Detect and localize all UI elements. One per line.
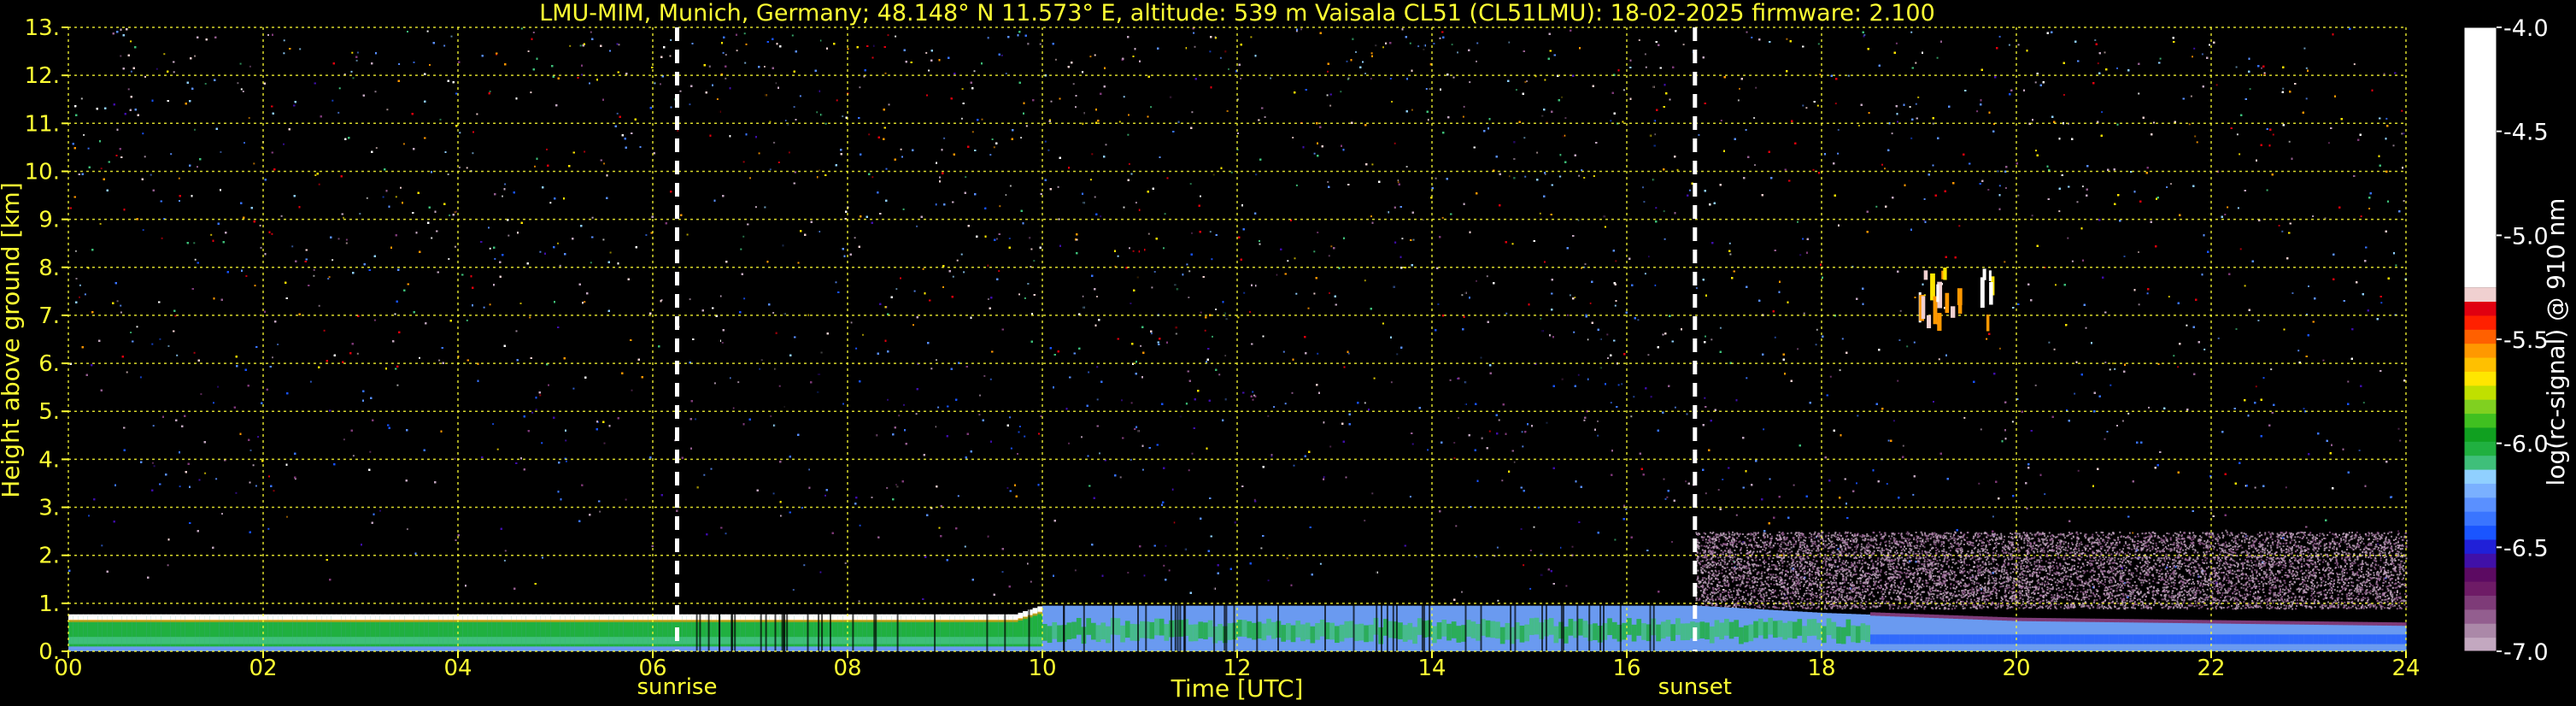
colorbar-tick-label: -7.0: [2503, 639, 2549, 666]
x-axis-label: Time [UTC]: [1171, 674, 1304, 703]
y-tick-label: 7.: [38, 303, 60, 329]
y-tick-label: 13.: [25, 15, 60, 41]
y-tick-label: 8.: [38, 256, 60, 281]
x-tick-label: 22: [2197, 656, 2225, 681]
colorbar-tick-label: -6.5: [2503, 535, 2549, 562]
plot-area: sunrise sunset: [67, 26, 2408, 700]
colorbar-segment: [2464, 609, 2497, 624]
colorbar-segment: [2464, 357, 2497, 372]
x-tick-label: 06: [638, 656, 666, 681]
x-tick-label: 14: [1417, 656, 1446, 681]
colorbar-segment: [2464, 511, 2497, 527]
x-tick-label: 16: [1612, 656, 1640, 681]
colorbar-segment: [2464, 595, 2497, 610]
colorbar-segment: [2464, 413, 2497, 428]
chart-title: LMU-MIM, Munich, Germany; 48.148° N 11.5…: [539, 0, 1935, 26]
y-tick-label: 10.: [25, 159, 60, 185]
colorbar-segment: [2464, 287, 2497, 303]
colorbar-segment: [2464, 385, 2497, 400]
x-tick-label: 08: [833, 656, 861, 681]
x-tick-label: 24: [2391, 656, 2420, 681]
colorbar-segment: [2464, 525, 2497, 540]
colorbar-segment: [2464, 455, 2497, 470]
colorbar-segment: [2464, 483, 2497, 498]
colorbar-segment: [2464, 329, 2497, 344]
colorbar-segment: [2464, 301, 2497, 316]
colorbar-segment: [2464, 581, 2497, 596]
colorbar-segment: [2464, 538, 2497, 554]
colorbar-segment: [2464, 371, 2497, 386]
colorbar-segment: [2464, 315, 2497, 330]
colorbar-segment: [2464, 637, 2497, 652]
colorbar-segment: [2464, 623, 2497, 638]
y-axis: 0. 1. 2. 3. 4. 5. 6. 7. 8. 9. 10. 11. 12. 13.: [25, 15, 68, 665]
ceilometer-chart: LMU-MIM, Munich, Germany; 48.148° N 11.5…: [0, 0, 2570, 703]
y-tick-label: 5.: [38, 399, 60, 425]
y-axis-label: Height above ground [km]: [0, 182, 25, 498]
colorbar-segment: [2464, 469, 2497, 484]
colorbar-label: log(rc-signal) @ 910 nm: [2542, 198, 2570, 486]
y-tick-label: 9.: [38, 208, 60, 233]
colorbar-segment: [2464, 497, 2497, 512]
y-tick-label: 0.: [38, 639, 60, 665]
x-tick-label: 10: [1028, 656, 1056, 681]
y-tick-label: 4.: [38, 447, 60, 473]
x-tick-label: 20: [2002, 656, 2030, 681]
colorbar-segment: [2464, 427, 2497, 442]
colorbar-tick-label: -4.0: [2503, 15, 2549, 42]
colorbar-segment: [2464, 27, 2497, 288]
colorbar-segment: [2464, 553, 2497, 568]
y-tick-label: 3.: [38, 496, 60, 521]
y-tick-label: 6.: [38, 351, 60, 377]
colorbar-segment: [2464, 343, 2497, 358]
y-tick-label: 12.: [25, 63, 60, 89]
x-tick-label: 18: [1807, 656, 1835, 681]
colorbar-tick-label: -4.5: [2503, 120, 2549, 146]
x-tick-label: 02: [249, 656, 277, 681]
y-tick-label: 11.: [25, 111, 60, 137]
colorbar: -4.0-4.5-5.0-5.5-6.0-6.5-7.0: [2463, 15, 2549, 666]
y-tick-label: 2.: [38, 544, 60, 569]
colorbar-segment: [2464, 567, 2497, 582]
colorbar-segment: [2464, 399, 2497, 415]
colorbar-segment: [2464, 441, 2497, 456]
x-tick-label: 04: [443, 656, 472, 681]
y-tick-label: 1.: [38, 591, 60, 617]
sunset-label: sunset: [1658, 674, 1732, 700]
